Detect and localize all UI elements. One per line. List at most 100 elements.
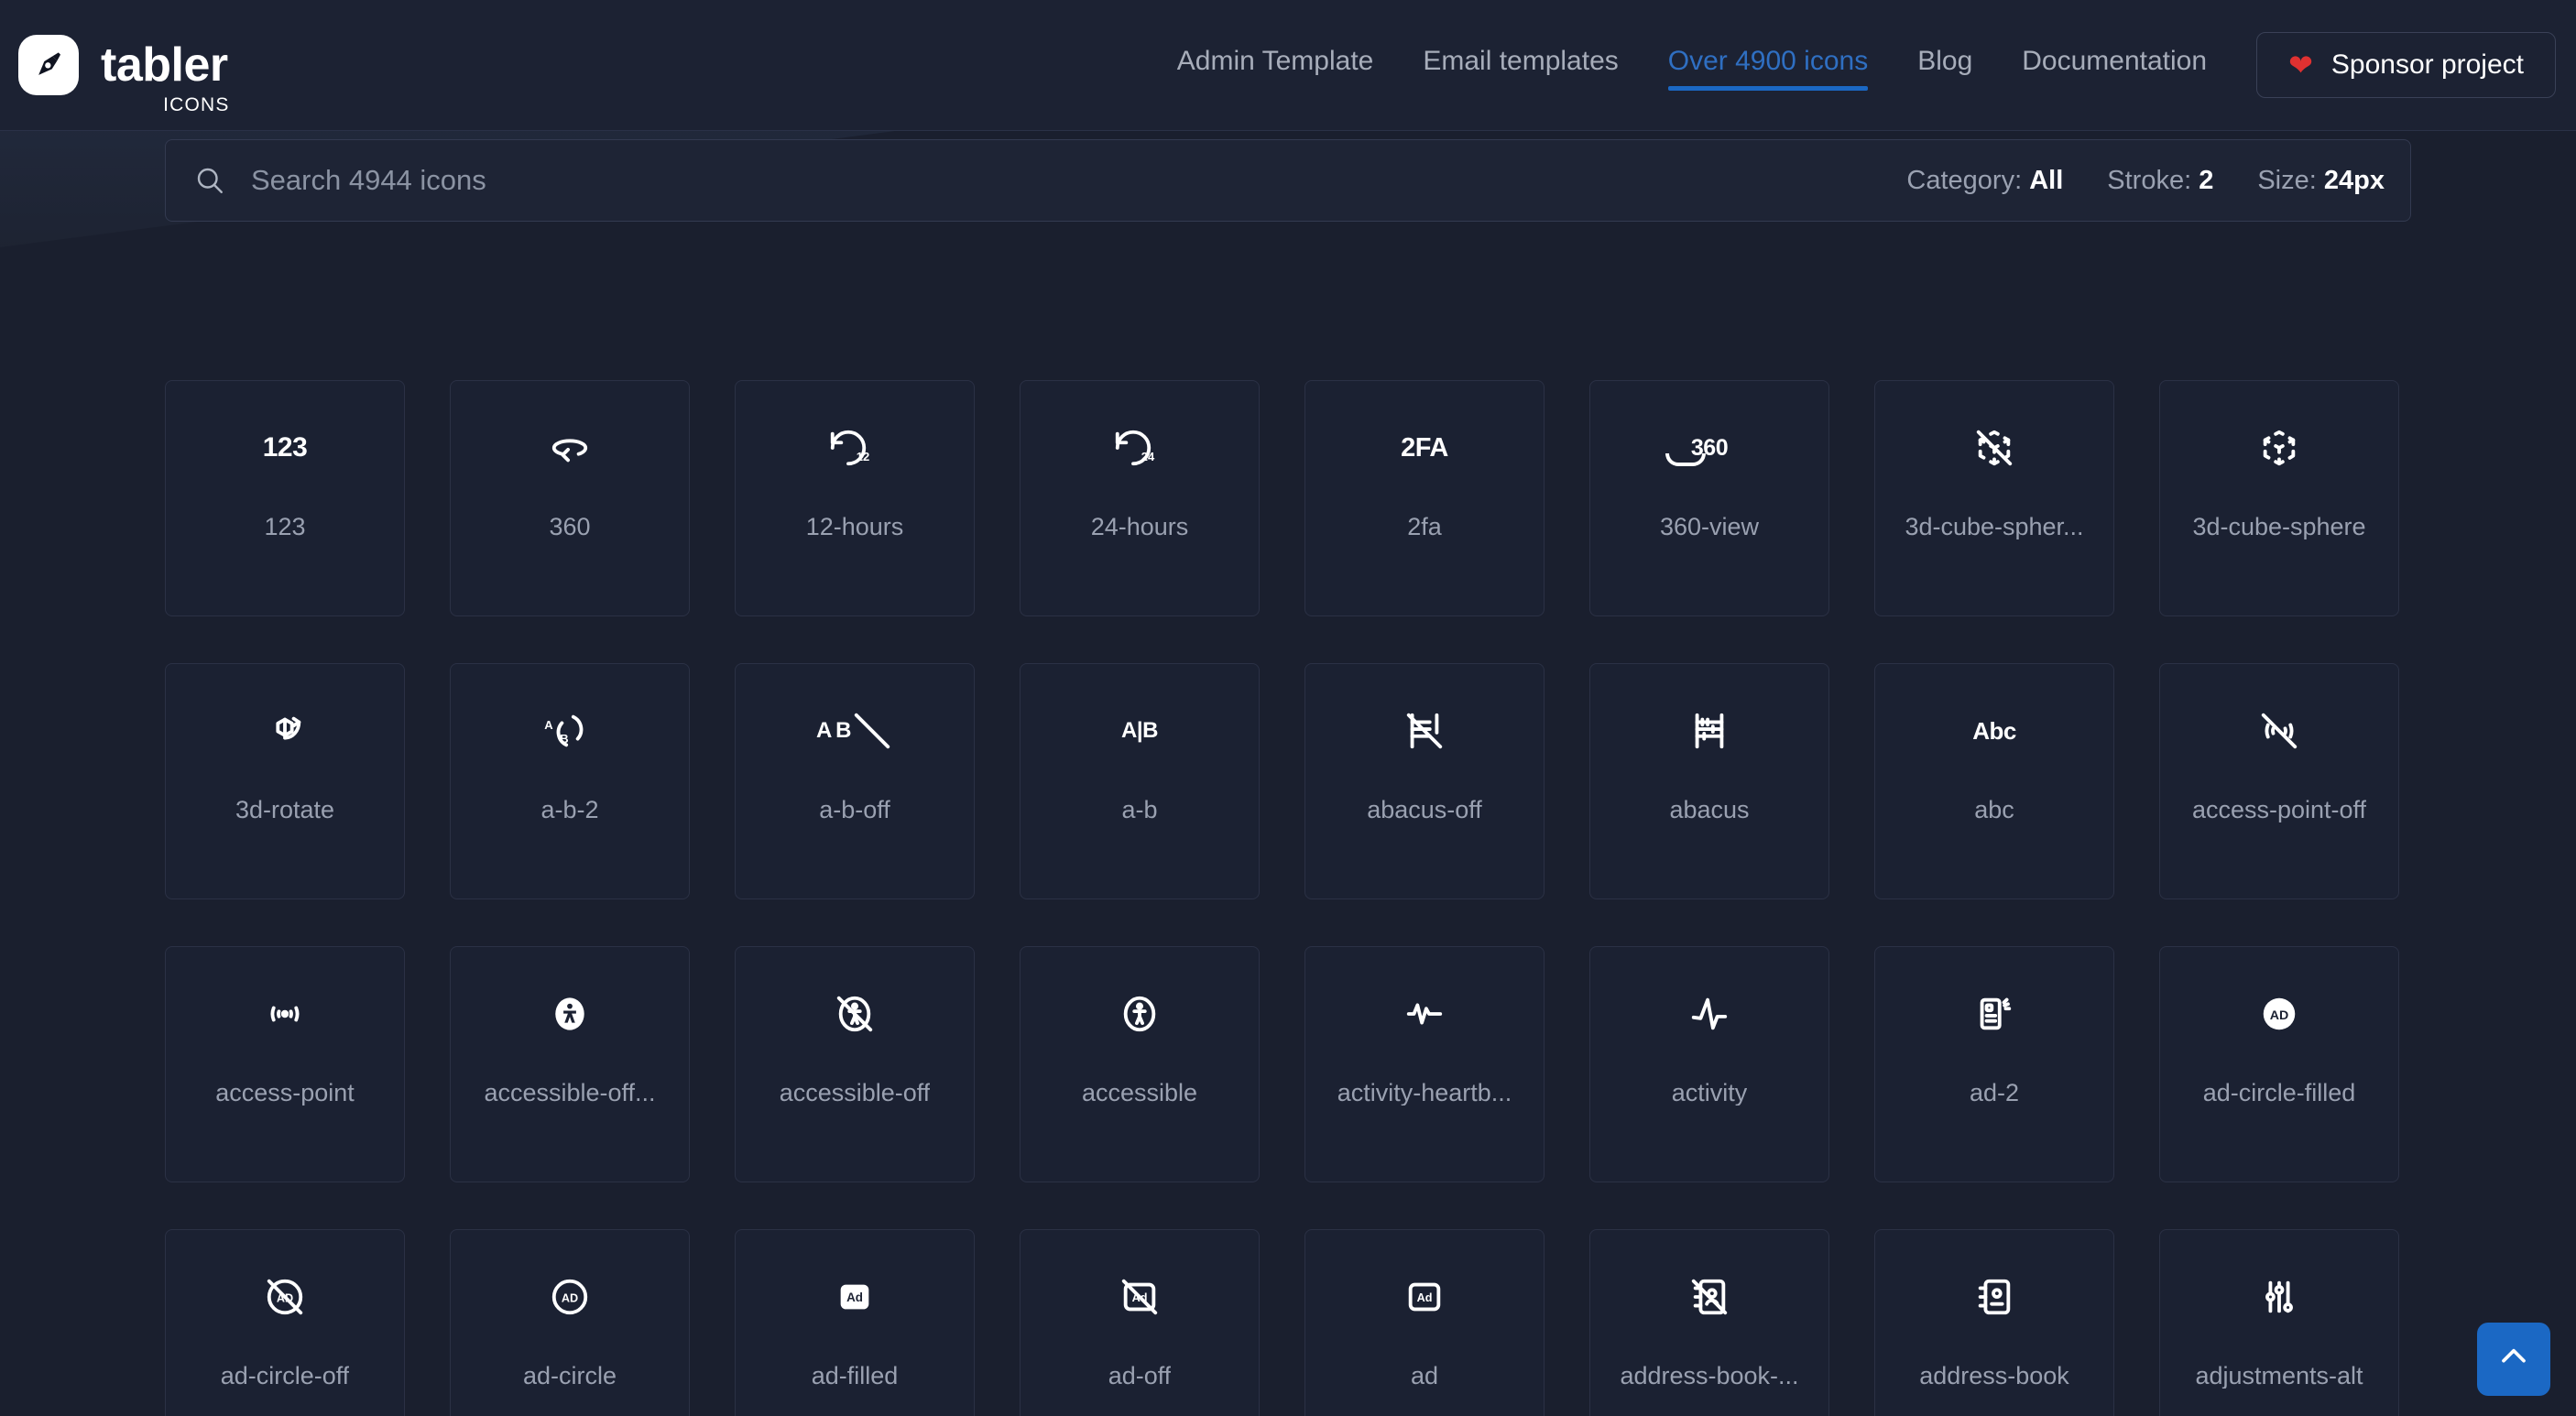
icon-card-label: ad-2	[1969, 1081, 2020, 1106]
icon-card[interactable]: abacus-off	[1304, 663, 1545, 899]
icons-browser-page: tabler ICONS Admin Template Email templa…	[0, 0, 2576, 1416]
icon-card[interactable]: A Ba-b-2	[450, 663, 690, 899]
2fa-icon: 2FA	[1401, 432, 1448, 463]
icon-card[interactable]: 3d-cube-spher...	[1874, 380, 2114, 616]
icon-card[interactable]: 3d-cube-sphere	[2159, 380, 2399, 616]
icon-card[interactable]: 2FA 2fa	[1304, 380, 1545, 616]
abc-icon: Abc	[1972, 716, 2016, 745]
nav-item-admin-template[interactable]: Admin Template	[1177, 46, 1374, 85]
icon-card-label: a-b-off	[819, 798, 890, 822]
icon-card[interactable]: access-point-off	[2159, 663, 2399, 899]
nav-item-documentation[interactable]: Documentation	[2022, 46, 2207, 85]
filter-stroke-value: 2	[2199, 165, 2214, 195]
icon-card[interactable]: 12 12-hours	[735, 380, 975, 616]
sponsor-project-button[interactable]: ❤ Sponsor project	[2256, 32, 2556, 98]
filter-size[interactable]: Size: 24px	[2257, 166, 2385, 196]
nav-item-icons[interactable]: Over 4900 icons	[1667, 46, 1869, 91]
icon-card[interactable]: AD ad-circle-off	[165, 1229, 405, 1416]
sponsor-button-label: Sponsor project	[2330, 49, 2524, 80]
a-b-icon: A|B	[1121, 718, 1158, 743]
icon-card-label: ad-filled	[811, 1364, 899, 1389]
search-input[interactable]	[251, 164, 1863, 197]
icon-card[interactable]: abacus	[1589, 663, 1829, 899]
icon-card[interactable]: Abc abc	[1874, 663, 2114, 899]
ad-off-icon: Ad	[1119, 1230, 1161, 1364]
access-point-icon	[264, 947, 306, 1081]
address-book-off-icon	[1688, 1230, 1730, 1364]
ad-filled-icon: Ad	[834, 1230, 876, 1364]
icon-card[interactable]: ad-2	[1874, 946, 2114, 1182]
filter-size-label: Size:	[2257, 165, 2317, 195]
a-b-off-icon: A B	[816, 664, 893, 798]
nav-item-email-templates[interactable]: Email templates	[1423, 46, 1618, 85]
chevron-up-icon	[2494, 1337, 2534, 1382]
ad-icon: Ad	[1403, 1230, 1446, 1364]
icon-card-label: ad	[1410, 1364, 1439, 1389]
icon-card-label: access-point-off	[2191, 798, 2367, 822]
icon-card[interactable]: activity	[1589, 946, 1829, 1182]
icon-card-label: address-book-...	[1620, 1364, 1799, 1389]
icon-card[interactable]: AD ad-circle-filled	[2159, 946, 2399, 1182]
icon-card[interactable]: activity-heartb...	[1304, 946, 1545, 1182]
360-view-icon: 360	[1665, 381, 1729, 515]
main-nav: Admin Template Email templates Over 4900…	[1177, 0, 2576, 130]
icon-grid: 123 123 360 12 12-hours 24 24-hours 2FA 2fa 360 36…	[165, 380, 2411, 1416]
icon-card-label: abacus-off	[1367, 798, 1482, 822]
accessible-off-icon	[834, 947, 876, 1081]
filter-category[interactable]: Category: All	[1906, 166, 2063, 196]
filter-size-value: 24px	[2323, 165, 2385, 195]
icon-card-label: ad-off	[1108, 1364, 1172, 1389]
3d-cube-sphere-icon	[2258, 381, 2300, 515]
icon-card[interactable]: A|B a-b	[1020, 663, 1260, 899]
12-hours-icon: 12	[827, 381, 882, 515]
adjustments-alt-icon	[2258, 1230, 2300, 1364]
abacus-icon	[1688, 664, 1730, 798]
icon-card[interactable]: 360 360-view	[1589, 380, 1829, 616]
icon-card-label: 360	[549, 515, 591, 539]
nav-item-blog[interactable]: Blog	[1917, 46, 1972, 85]
ad-circle-off-icon: AD	[264, 1230, 306, 1364]
icon-card[interactable]: AD ad-circle	[450, 1229, 690, 1416]
icon-card[interactable]: address-book-...	[1589, 1229, 1829, 1416]
3d-rotate-icon	[264, 664, 306, 798]
icon-card-label: 3d-cube-sphere	[2192, 515, 2366, 539]
accessible-off-filled-icon	[549, 947, 591, 1081]
icon-card[interactable]: Ad ad-filled	[735, 1229, 975, 1416]
svg-text:Ad: Ad	[1417, 1291, 1433, 1304]
icon-card-label: 360-view	[1659, 515, 1760, 539]
icon-card[interactable]: accessible-off...	[450, 946, 690, 1182]
icon-card[interactable]: address-book	[1874, 1229, 2114, 1416]
24-hours-icon: 24	[1112, 381, 1167, 515]
icon-card[interactable]: Ad ad	[1304, 1229, 1545, 1416]
icon-card-label: accessible	[1081, 1081, 1198, 1106]
activity-heartbeat-icon	[1403, 947, 1446, 1081]
access-point-off-icon	[2258, 664, 2300, 798]
icon-card-label: accessible-off...	[484, 1081, 656, 1106]
icon-card[interactable]: accessible	[1020, 946, 1260, 1182]
icon-card-label: ad-circle-filled	[2202, 1081, 2356, 1106]
icon-card[interactable]: 24 24-hours	[1020, 380, 1260, 616]
3d-cube-sphere-off-icon	[1973, 381, 2015, 515]
brand-logo[interactable]: tabler ICONS	[18, 0, 228, 130]
a-b-2-icon: AB	[544, 664, 591, 798]
icon-card[interactable]: Ad ad-off	[1020, 1229, 1260, 1416]
icon-card[interactable]: access-point	[165, 946, 405, 1182]
filter-stroke[interactable]: Stroke: 2	[2107, 166, 2213, 196]
address-book-icon	[1973, 1230, 2015, 1364]
icon-card[interactable]: 123 123	[165, 380, 405, 616]
icon-card-label: abc	[1974, 798, 2014, 822]
icon-card-label: 2fa	[1407, 515, 1442, 539]
scroll-to-top-button[interactable]	[2477, 1323, 2550, 1396]
ad-circle-filled-icon: AD	[2258, 947, 2300, 1081]
icon-card[interactable]: accessible-off	[735, 946, 975, 1182]
icon-card-label: activity-heartb...	[1337, 1081, 1512, 1106]
icon-card-label: a-b-2	[540, 798, 599, 822]
icon-card[interactable]: 360	[450, 380, 690, 616]
icon-card-label: activity	[1671, 1081, 1748, 1106]
icon-card[interactable]: 3d-rotate	[165, 663, 405, 899]
icon-card-label: ad-circle-off	[220, 1364, 350, 1389]
icon-card[interactable]: adjustments-alt	[2159, 1229, 2399, 1416]
svg-text:AD: AD	[562, 1291, 578, 1304]
pen-nib-icon	[18, 35, 79, 95]
icon-card[interactable]: A Ba-b-off	[735, 663, 975, 899]
